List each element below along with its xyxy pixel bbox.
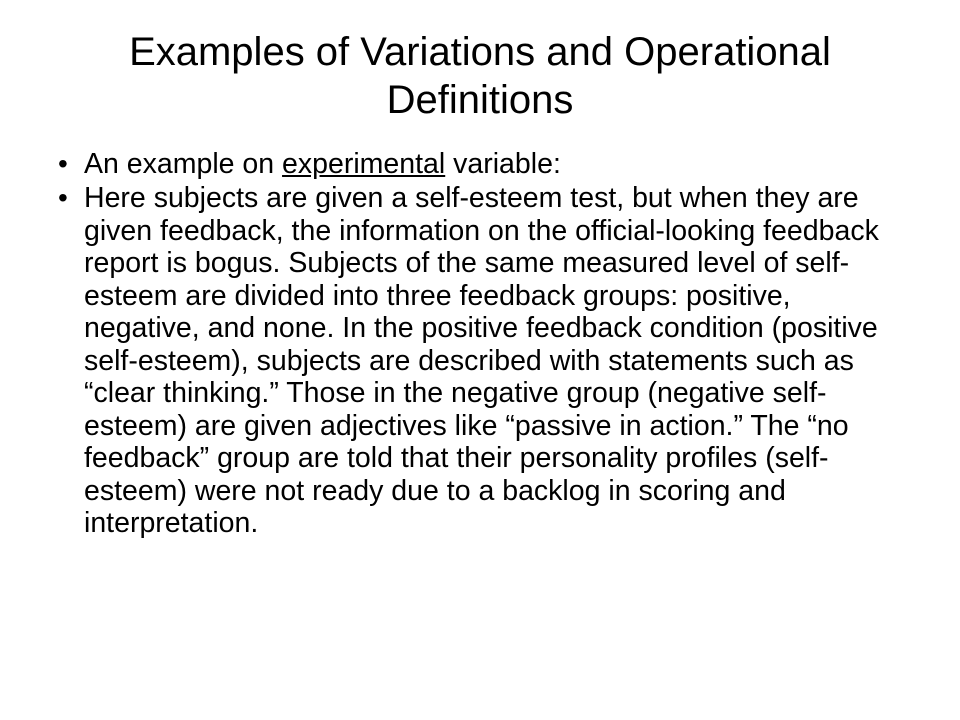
slide: Examples of Variations and Operational D… (0, 0, 960, 720)
bullet-text-underline: experimental (282, 148, 445, 180)
bullet-text: Here subjects are given a self-esteem te… (84, 182, 879, 539)
slide-title: Examples of Variations and Operational D… (50, 28, 910, 124)
bullet-text-pre: An example on (84, 148, 282, 180)
bullet-list: An example on experimental variable: Her… (50, 148, 910, 540)
list-item: An example on experimental variable: (84, 148, 910, 180)
list-item: Here subjects are given a self-esteem te… (84, 182, 910, 539)
bullet-text-post: variable: (445, 148, 561, 180)
